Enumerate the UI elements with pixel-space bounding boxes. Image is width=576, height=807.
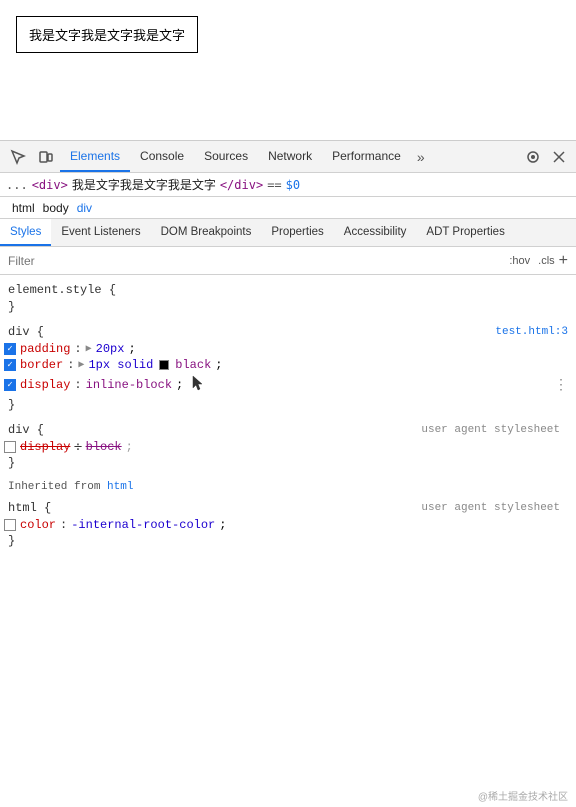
prop-name-display-ua: display <box>20 440 70 454</box>
devtools-panel: Elements Console Sources Network Perform… <box>0 140 576 807</box>
style-rule-display-ua: display : block ; <box>0 439 576 455</box>
devtools-toolbar: Elements Console Sources Network Perform… <box>0 141 576 173</box>
style-rule-border: border : ▶ 1px solid black ; <box>0 357 576 373</box>
filter-input[interactable] <box>8 254 501 268</box>
style-rule-display: display : inline-block ; ⋮ <box>0 373 576 397</box>
device-icon[interactable] <box>32 143 60 171</box>
closing-brace-div: } <box>0 397 576 413</box>
selector-div-ua: div { <box>8 423 44 437</box>
breadcrumb-div[interactable]: div <box>73 201 96 215</box>
style-block-html-ua: html { user agent stylesheet color : -in… <box>0 497 576 551</box>
prop-value-border-color: black <box>175 358 211 372</box>
preview-box: 我是文字我是文字我是文字 <box>16 16 198 53</box>
tab-performance[interactable]: Performance <box>322 141 411 172</box>
checkbox-padding[interactable] <box>4 343 16 355</box>
element-open-tag: <div> <box>32 178 68 192</box>
selector-div: div { <box>8 325 44 339</box>
closing-brace-html-ua: } <box>0 533 576 549</box>
inherited-tag: html <box>107 481 133 493</box>
styles-tabs: Styles Event Listeners DOM Breakpoints P… <box>0 219 576 247</box>
style-block-div-ua: div { user agent stylesheet display : bl… <box>0 419 576 473</box>
style-block-header-div-ua: div { user agent stylesheet <box>0 421 576 439</box>
ua-comment-html: user agent stylesheet <box>421 502 568 514</box>
breadcrumb-html[interactable]: html <box>8 201 39 215</box>
selector-element-style: element.style { <box>8 283 116 297</box>
prop-arrow-border[interactable]: ▶ <box>78 359 84 371</box>
style-block-div: div { test.html:3 padding : ▶ 20px ; bor… <box>0 321 576 415</box>
selected-element-bar: ... <div> 我是文字我是文字我是文字 </div> == $0 <box>0 173 576 197</box>
checkbox-display[interactable] <box>4 379 16 391</box>
style-rule-color: color : -internal-root-color ; <box>0 517 576 533</box>
tab-event-listeners[interactable]: Event Listeners <box>51 219 150 246</box>
preview-text: 我是文字我是文字我是文字 <box>29 28 185 43</box>
watermark: @稀土掘金技术社区 <box>478 788 568 803</box>
prop-value-border: 1px solid <box>88 358 153 372</box>
tab-properties[interactable]: Properties <box>261 219 333 246</box>
checkbox-color[interactable] <box>4 519 16 531</box>
element-close-tag: </div> <box>220 178 263 192</box>
prop-name-padding: padding <box>20 342 70 356</box>
style-block-element: element.style { } <box>0 279 576 317</box>
tab-styles[interactable]: Styles <box>0 219 51 246</box>
dots-menu-div[interactable]: ⋮ <box>554 377 568 394</box>
style-rule-padding: padding : ▶ 20px ; <box>0 341 576 357</box>
tab-console[interactable]: Console <box>130 141 194 172</box>
prop-value-color: -internal-root-color <box>71 518 215 532</box>
selector-html-ua: html { <box>8 501 51 515</box>
tab-accessibility[interactable]: Accessibility <box>334 219 417 246</box>
filter-bar: :hov .cls + <box>0 247 576 275</box>
prop-value-display: inline-block <box>86 378 172 392</box>
style-block-header-div: div { test.html:3 <box>0 323 576 341</box>
prop-value-display-ua: block <box>86 440 122 454</box>
main-tabs: Elements Console Sources Network Perform… <box>60 141 520 172</box>
preview-area: 我是文字我是文字我是文字 <box>0 0 576 140</box>
prop-name-color: color <box>20 518 56 532</box>
styles-content[interactable]: element.style { } div { test.html:3 padd… <box>0 275 576 807</box>
color-swatch-black[interactable] <box>159 360 169 370</box>
filter-plus[interactable]: + <box>559 253 568 269</box>
element-text: 我是文字我是文字我是文字 <box>72 176 216 193</box>
prop-name-border: border <box>20 358 63 372</box>
style-source-link[interactable]: test.html:3 <box>495 326 568 338</box>
more-tabs-button[interactable]: » <box>411 149 431 165</box>
style-block-header-html-ua: html { user agent stylesheet <box>0 499 576 517</box>
tab-network[interactable]: Network <box>258 141 322 172</box>
breadcrumb: html body div <box>0 197 576 219</box>
inspect-icon[interactable] <box>4 143 32 171</box>
settings-icon[interactable] <box>520 144 546 170</box>
breadcrumb-body[interactable]: body <box>39 201 73 215</box>
filter-cls[interactable]: .cls <box>538 255 555 267</box>
closing-brace-element: } <box>0 299 576 315</box>
tab-adt-properties[interactable]: ADT Properties <box>416 219 514 246</box>
tab-dom-breakpoints[interactable]: DOM Breakpoints <box>151 219 262 246</box>
element-eq: == <box>267 178 281 192</box>
prop-name-display: display <box>20 378 70 392</box>
style-block-header-element: element.style { <box>0 281 576 299</box>
element-dollar: $0 <box>286 178 300 192</box>
tab-sources[interactable]: Sources <box>194 141 258 172</box>
filter-hov[interactable]: :hov <box>505 253 534 269</box>
element-ellipsis: ... <box>6 178 28 192</box>
inherited-label: Inherited from html <box>0 477 576 497</box>
tab-elements[interactable]: Elements <box>60 141 130 172</box>
prop-arrow-padding[interactable]: ▶ <box>86 343 92 355</box>
checkbox-display-ua[interactable] <box>4 441 16 453</box>
closing-brace-div-ua: } <box>0 455 576 471</box>
close-devtools-icon[interactable] <box>546 144 572 170</box>
cursor-icon <box>191 374 205 392</box>
ua-comment-div: user agent stylesheet <box>421 424 568 436</box>
checkbox-border[interactable] <box>4 359 16 371</box>
prop-value-padding: 20px <box>96 342 125 356</box>
